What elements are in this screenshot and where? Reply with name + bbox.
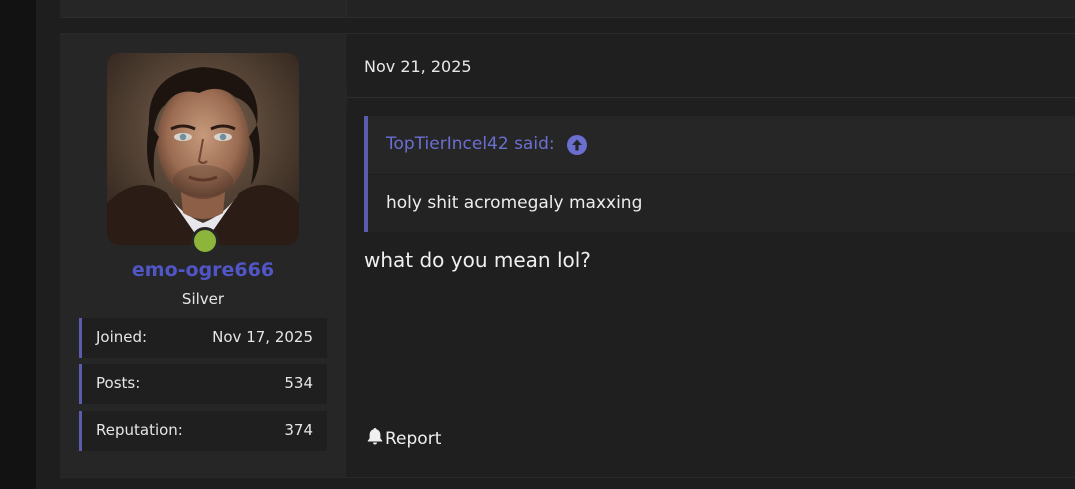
quote-block: TopTierIncel42 said: holy shit acromegal… bbox=[364, 116, 1075, 232]
report-label: Report bbox=[385, 428, 442, 449]
previous-post-user-cell bbox=[60, 0, 347, 17]
stat-value: Nov 17, 2025 bbox=[212, 328, 313, 346]
stat-value: 374 bbox=[284, 421, 313, 439]
post-date[interactable]: Nov 21, 2025 bbox=[364, 57, 472, 76]
bell-icon bbox=[367, 427, 383, 450]
user-rank: Silver bbox=[181, 290, 225, 308]
stat-label: Joined: bbox=[96, 328, 148, 346]
stat-label: Posts: bbox=[96, 374, 141, 392]
avatar-image bbox=[107, 53, 299, 245]
divider bbox=[347, 97, 1075, 98]
user-stat-reputation: Reputation: 374 bbox=[79, 411, 327, 451]
online-status-indicator bbox=[191, 227, 219, 255]
user-stat-posts: Posts: 534 bbox=[79, 364, 327, 404]
left-gutter bbox=[0, 0, 36, 489]
quote-author-link[interactable]: TopTierIncel42 said: bbox=[386, 134, 555, 154]
stat-label: Reputation: bbox=[96, 421, 183, 439]
avatar[interactable] bbox=[107, 53, 299, 245]
report-button[interactable]: Report bbox=[367, 427, 441, 450]
previous-post bbox=[60, 0, 1075, 18]
quote-text: holy shit acromegaly maxxing bbox=[386, 193, 643, 213]
arrow-up-icon[interactable] bbox=[567, 135, 587, 155]
quote-header: TopTierIncel42 said: bbox=[368, 116, 1075, 175]
post: emo-ogre666 Silver Joined: Nov 17, 2025 … bbox=[60, 33, 1075, 478]
post-user-cell: emo-ogre666 Silver Joined: Nov 17, 2025 … bbox=[60, 34, 346, 477]
post-message: what do you mean lol? bbox=[364, 248, 591, 272]
username[interactable]: emo-ogre666 bbox=[60, 259, 346, 281]
thread-page: emo-ogre666 Silver Joined: Nov 17, 2025 … bbox=[36, 0, 1075, 489]
stat-value: 534 bbox=[284, 374, 313, 392]
user-stat-joined: Joined: Nov 17, 2025 bbox=[79, 318, 327, 358]
post-content: Nov 21, 2025 TopTierIncel42 said: holy s… bbox=[347, 34, 1075, 477]
